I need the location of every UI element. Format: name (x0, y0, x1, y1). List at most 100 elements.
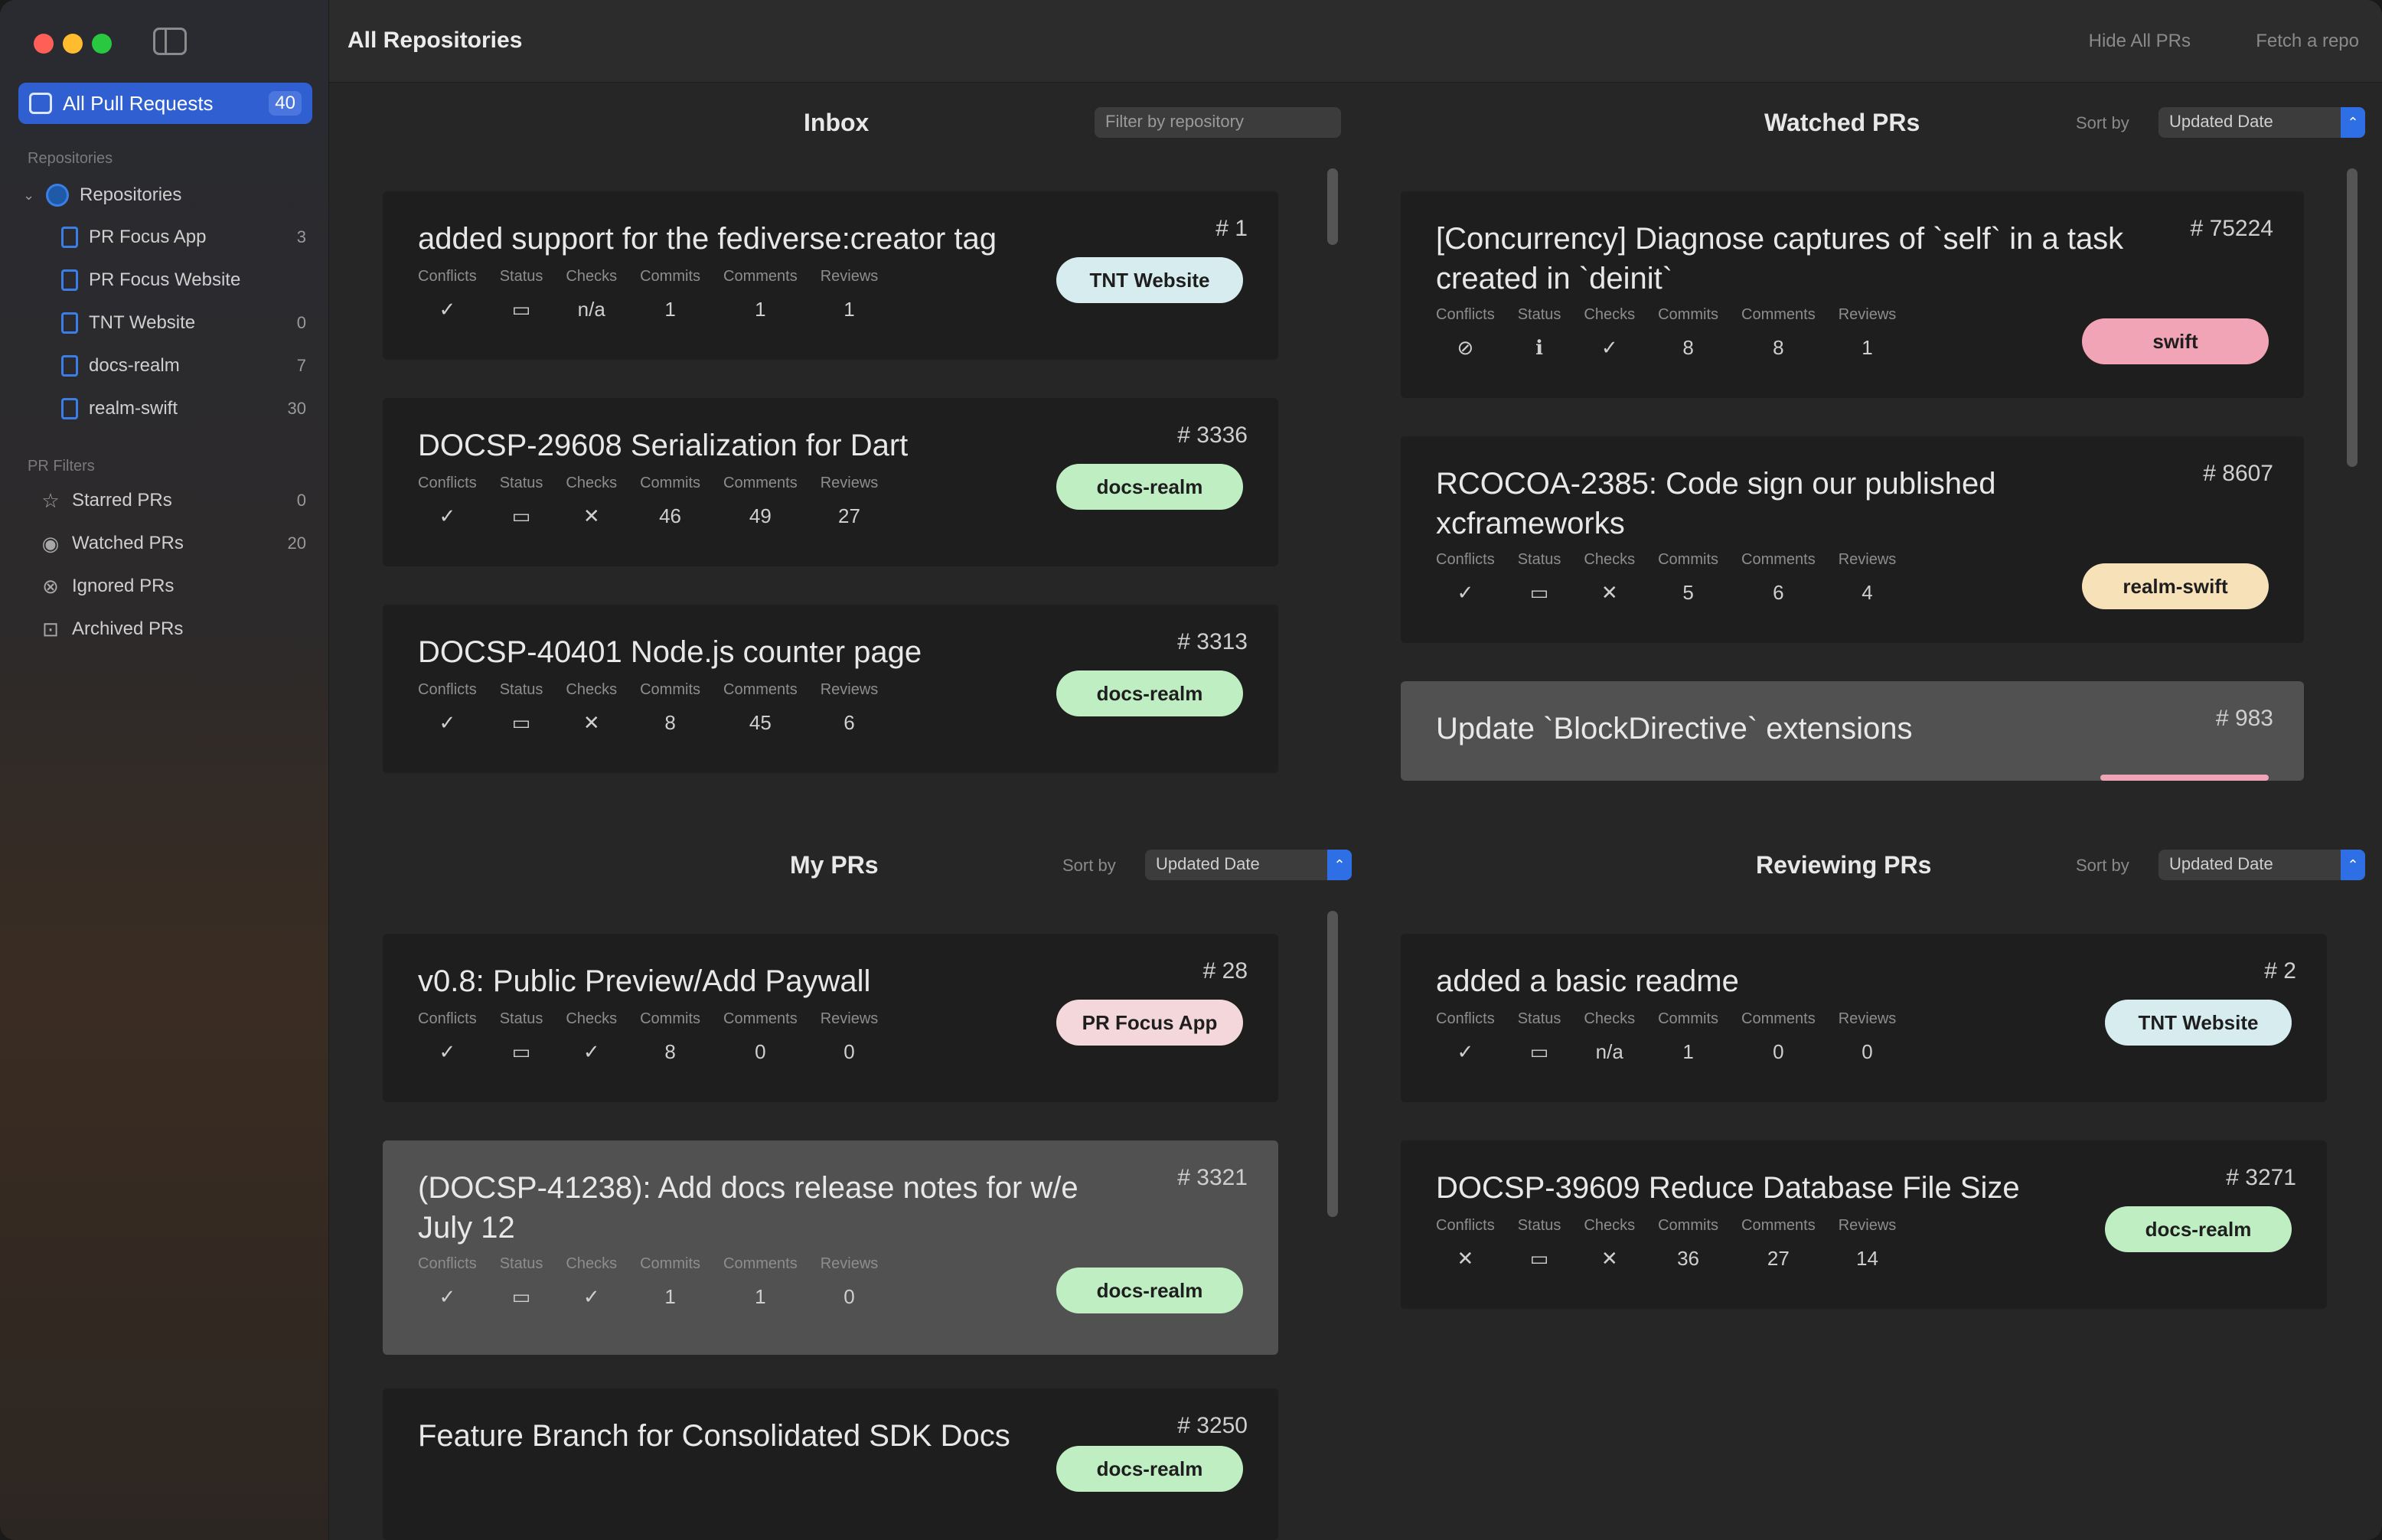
metric-reviews: Reviews 27 (821, 475, 879, 529)
pr-card[interactable]: (DOCSP-41238): Add docs release notes fo… (383, 1140, 1278, 1355)
metric-value: 46 (659, 504, 682, 527)
sidebar-item-repo[interactable]: realm-swift 30 (61, 398, 306, 419)
metric-value: ▭ (1529, 1247, 1549, 1270)
pr-card[interactable]: added a basic readme # 2 Conflicts ✓ Status ▭… (1401, 934, 2327, 1102)
repo-badge[interactable]: docs-realm (1056, 1268, 1243, 1313)
sidebar-item-count: 20 (287, 533, 306, 553)
section-header-repositories: Repositories (28, 150, 113, 167)
scrollbar[interactable] (1327, 911, 1338, 1217)
sort-select[interactable]: Updated Date ⌃ (1145, 850, 1352, 880)
chevron-down-icon[interactable]: ⌄ (23, 188, 35, 204)
metric-header: Checks (566, 268, 618, 285)
sidebar-item-repositories-root[interactable]: ⌄ Repositories (23, 184, 306, 207)
metric-commits: Commits 1 (1658, 1010, 1718, 1065)
panel-watched-prs: Watched PRs Sort by Updated Date ⌃ [Conc… (1378, 92, 2373, 781)
pr-title: RCOCOA-2385: Code sign our published xcf… (1436, 467, 1996, 540)
metric-header: Reviews (820, 1255, 879, 1272)
toolbar: All Repositories Hide All PRs Fetch a re… (329, 0, 2382, 83)
repo-badge[interactable]: TNT Website (2105, 1000, 2292, 1046)
inbox-icon (29, 93, 52, 114)
panel-title: My PRs (790, 851, 879, 879)
metric-value: 14 (1856, 1247, 1878, 1270)
maximize-window-button[interactable] (92, 34, 112, 54)
metric-status: Status ▭ (1518, 551, 1561, 605)
pr-metrics: Conflicts ✓ Status ▭ Checks ✕ Commits 46 Comment… (418, 475, 878, 529)
panel-header: Inbox Filter by repository (352, 92, 1347, 153)
metric-value: ▭ (511, 298, 531, 321)
scrollbar[interactable] (2347, 168, 2358, 467)
repo-badge[interactable]: docs-realm (1056, 464, 1243, 510)
pr-card[interactable]: DOCSP-39609 Reduce Database File Size # 3… (1401, 1140, 2327, 1309)
pr-number: # 2 (2264, 958, 2296, 984)
sidebar-item-repo[interactable]: PR Focus App 3 (61, 227, 306, 248)
metric-header: Comments (1741, 551, 1816, 568)
fetch-repo-button[interactable]: Fetch a repo (2256, 31, 2359, 52)
metric-header: Comments (1741, 306, 1816, 323)
sidebar-item-repo[interactable]: docs-realm 7 (61, 355, 306, 377)
repository-filter-input[interactable]: Filter by repository (1095, 107, 1341, 138)
metric-comments: Comments 1 (723, 268, 798, 322)
metric-value: ✓ (439, 298, 456, 321)
metric-value: 36 (1677, 1247, 1700, 1270)
pr-number: # 983 (2215, 706, 2273, 731)
metric-reviews: Reviews 0 (821, 1255, 879, 1310)
metric-commits: Commits 1 (640, 1255, 700, 1310)
pr-card[interactable]: DOCSP-40401 Node.js counter page # 3313 Co… (383, 605, 1278, 773)
pr-card[interactable]: Update `BlockDirective` extensions # 983 (1401, 681, 2304, 781)
pr-number: # 75224 (2190, 216, 2273, 241)
metric-header: Commits (1658, 1010, 1718, 1027)
sort-select[interactable]: Updated Date ⌃ (2158, 107, 2365, 138)
metric-header: Commits (640, 268, 700, 285)
repo-badge[interactable]: realm-swift (2082, 563, 2269, 609)
sidebar-toggle-icon[interactable] (153, 28, 187, 55)
sidebar-item-count: 0 (296, 491, 306, 510)
metric-status: Status ▭ (1518, 1010, 1561, 1065)
scrollbar[interactable] (1327, 168, 1338, 245)
repo-badge[interactable]: docs-realm (2105, 1206, 2292, 1252)
minimize-window-button[interactable] (63, 34, 83, 54)
metric-conflicts: Conflicts ✕ (1436, 1217, 1495, 1271)
sidebar-item-ignored-prs[interactable]: ⊗ Ignored PRs (40, 576, 306, 597)
repo-badge[interactable]: docs-realm (1056, 670, 1243, 716)
metric-commits: Commits 8 (640, 1010, 700, 1065)
sidebar-item-label: Watched PRs (72, 533, 184, 553)
panel-header: My PRs Sort by Updated Date ⌃ (352, 834, 1352, 896)
metric-comments: Comments 49 (723, 475, 798, 529)
metric-value: 0 (755, 1040, 766, 1063)
metric-header: Status (499, 1255, 543, 1272)
panel-header: Watched PRs Sort by Updated Date ⌃ (1378, 92, 2373, 153)
metric-reviews: Reviews 0 (821, 1010, 879, 1065)
metric-header: Checks (1584, 551, 1636, 568)
sidebar-item-archived-prs[interactable]: ⊡ Archived PRs (40, 618, 306, 640)
sidebar-item-watched-prs[interactable]: ◉ Watched PRs 20 (40, 533, 306, 554)
sort-select[interactable]: Updated Date ⌃ (2158, 850, 2365, 880)
sidebar-item-all-pull-requests[interactable]: All Pull Requests 40 (18, 83, 312, 124)
repo-badge[interactable]: TNT Website (1056, 257, 1243, 303)
pr-card[interactable]: RCOCOA-2385: Code sign our published xcf… (1401, 436, 2304, 643)
metric-conflicts: Conflicts ⊘ (1436, 306, 1495, 361)
pr-card[interactable]: Feature Branch for Consolidated SDK Docs… (383, 1388, 1278, 1540)
metric-status: Status ▭ (500, 1255, 543, 1310)
sort-select-value: Updated Date (2169, 112, 2273, 131)
metric-header: Reviews (1838, 306, 1897, 323)
repo-badge[interactable]: docs-realm (1056, 1446, 1243, 1492)
metric-conflicts: Conflicts ✓ (418, 681, 477, 736)
section-header-pr-filters: PR Filters (28, 458, 95, 475)
sidebar-item-repo[interactable]: TNT Website 0 (61, 312, 306, 334)
pr-card[interactable]: v0.8: Public Preview/Add Paywall # 28 Conf… (383, 934, 1278, 1102)
metric-commits: Commits 36 (1658, 1217, 1718, 1271)
pr-card[interactable]: DOCSP-29608 Serialization for Dart # 3336… (383, 398, 1278, 566)
metric-value: 4 (1862, 581, 1873, 604)
metric-header: Conflicts (418, 681, 477, 698)
sidebar-item-repo[interactable]: PR Focus Website (61, 269, 306, 291)
metric-header: Status (499, 1010, 543, 1027)
repo-badge[interactable]: PR Focus App (1056, 1000, 1243, 1046)
pr-card[interactable]: added support for the fediverse:creator … (383, 191, 1278, 360)
hide-all-prs-button[interactable]: Hide All PRs (2089, 31, 2191, 52)
metric-header: Conflicts (418, 475, 477, 491)
sidebar: All Pull Requests 40 Repositories ⌄ Repo… (0, 0, 329, 1540)
pr-card[interactable]: [Concurrency] Diagnose captures of `self… (1401, 191, 2304, 398)
sidebar-item-starred-prs[interactable]: ☆ Starred PRs 0 (40, 490, 306, 511)
repo-badge[interactable]: swift (2082, 318, 2269, 364)
close-window-button[interactable] (34, 34, 54, 54)
